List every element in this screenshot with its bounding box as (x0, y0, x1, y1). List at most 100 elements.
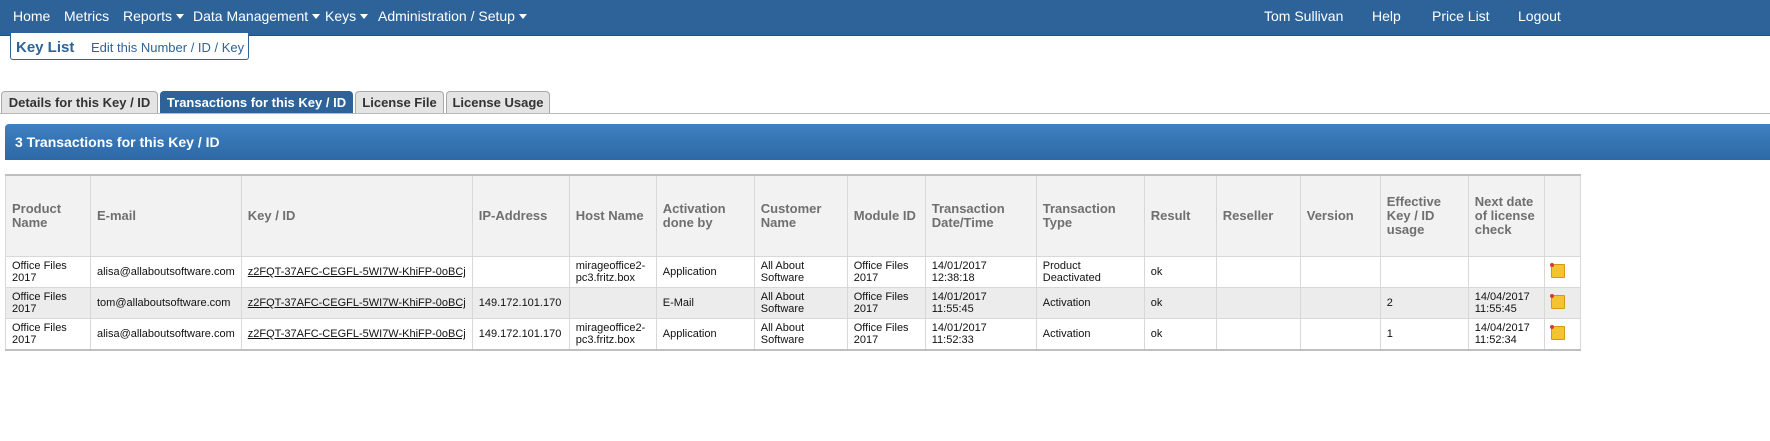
cell-module: Office Files 2017 (846, 256, 926, 288)
nav-user-name[interactable]: Tom Sullivan (1264, 0, 1343, 35)
cell-version (1299, 287, 1381, 319)
column-header[interactable]: Transaction Type (1035, 174, 1145, 257)
column-header[interactable]: Module ID (846, 174, 926, 257)
column-header[interactable]: Activation done by (655, 174, 755, 257)
tab-license-file[interactable]: License File (355, 91, 444, 113)
cell-note (1543, 318, 1581, 351)
cell-result: ok (1143, 318, 1217, 351)
cell-next-check: 14/04/2017 11:55:45 (1467, 287, 1545, 319)
cell-reseller (1215, 318, 1301, 351)
cell-note (1543, 287, 1581, 319)
cell-activation-by: Application (655, 318, 755, 351)
cell-reseller (1215, 256, 1301, 288)
key-link[interactable]: z2FQT-37AFC-CEGFL-5WI7W-KhiFP-0oBCj (248, 328, 466, 340)
note-icon[interactable] (1549, 324, 1565, 340)
cell-datetime: 14/01/2017 11:55:45 (924, 287, 1037, 319)
key-list-box: Key List Edit this Number / ID / Key (10, 33, 249, 60)
tab-transactions[interactable]: Transactions for this Key / ID (160, 91, 353, 113)
cell-ip: 149.172.101.170 (471, 318, 570, 351)
nav-metrics[interactable]: Metrics (64, 0, 109, 35)
panel-title: 3 Transactions for this Key / ID (15, 134, 220, 150)
nav-reports-label: Reports (123, 8, 173, 24)
column-header[interactable]: Version (1299, 174, 1381, 257)
column-header[interactable]: Customer Name (753, 174, 848, 257)
note-icon[interactable] (1549, 293, 1565, 309)
cell-host: mirageoffice2-pc3.fritz.box (568, 318, 657, 351)
cell-datetime: 14/01/2017 12:38:18 (924, 256, 1037, 288)
key-link[interactable]: z2FQT-37AFC-CEGFL-5WI7W-KhiFP-0oBCj (248, 297, 466, 309)
table-row: Office Files 2017 alisa@allaboutsoftware… (5, 256, 1581, 288)
column-header-icon (1543, 174, 1581, 257)
tab-license-usage[interactable]: License Usage (446, 91, 550, 113)
key-link[interactable]: z2FQT-37AFC-CEGFL-5WI7W-KhiFP-0oBCj (248, 266, 466, 278)
cell-key: z2FQT-37AFC-CEGFL-5WI7W-KhiFP-0oBCj (240, 318, 473, 351)
cell-customer: All About Software (753, 287, 848, 319)
cell-email: alisa@allaboutsoftware.com (90, 256, 242, 288)
tab-details[interactable]: Details for this Key / ID (1, 91, 158, 113)
note-icon[interactable] (1549, 262, 1565, 278)
cell-version (1299, 256, 1381, 288)
cell-key: z2FQT-37AFC-CEGFL-5WI7W-KhiFP-0oBCj (240, 287, 473, 319)
column-header[interactable]: IP-Address (471, 174, 570, 257)
cell-email: tom@allaboutsoftware.com (90, 287, 242, 319)
column-header[interactable]: Reseller (1215, 174, 1301, 257)
cell-result: ok (1143, 287, 1217, 319)
chevron-down-icon (176, 14, 185, 19)
nav-administration-setup-label: Administration / Setup (378, 8, 515, 24)
nav-keys-menu[interactable]: Keys (325, 0, 369, 35)
cell-next-check (1467, 256, 1545, 288)
column-header[interactable]: Key / ID (240, 174, 473, 257)
column-header[interactable]: Effective Key / ID usage (1379, 174, 1469, 257)
cell-activation-by: E-Mail (655, 287, 755, 319)
top-navigation-bar: Home Metrics Reports Data Management Key… (0, 0, 1770, 36)
cell-activation-by: Application (655, 256, 755, 288)
column-header[interactable]: Result (1143, 174, 1217, 257)
chevron-down-icon (312, 14, 321, 19)
cell-key: z2FQT-37AFC-CEGFL-5WI7W-KhiFP-0oBCj (240, 256, 473, 288)
cell-product: Office Files 2017 (5, 287, 91, 319)
cell-reseller (1215, 287, 1301, 319)
cell-host (568, 287, 657, 319)
cell-customer: All About Software (753, 318, 848, 351)
column-header[interactable]: Host Name (568, 174, 657, 257)
chevron-down-icon (518, 14, 527, 19)
table-header-row: Product Name E-mail Key / ID IP-Address … (5, 174, 1581, 257)
nav-reports-menu[interactable]: Reports (123, 0, 185, 35)
cell-product: Office Files 2017 (5, 256, 91, 288)
cell-type: Activation (1035, 287, 1145, 319)
column-header[interactable]: E-mail (90, 174, 242, 257)
cell-result: ok (1143, 256, 1217, 288)
panel-header: 3 Transactions for this Key / ID (5, 124, 1770, 160)
cell-note (1543, 256, 1581, 288)
tab-divider (0, 113, 1770, 114)
nav-help[interactable]: Help (1372, 0, 1401, 35)
nav-home[interactable]: Home (13, 0, 50, 35)
cell-module: Office Files 2017 (846, 318, 926, 351)
cell-host: mirageoffice2-pc3.fritz.box (568, 256, 657, 288)
cell-ip (471, 256, 570, 288)
column-header[interactable]: Next date of license check (1467, 174, 1545, 257)
cell-ip: 149.172.101.170 (471, 287, 570, 319)
cell-next-check: 14/04/2017 11:52:34 (1467, 318, 1545, 351)
cell-customer: All About Software (753, 256, 848, 288)
key-list-title[interactable]: Key List (16, 39, 74, 56)
cell-version (1299, 318, 1381, 351)
nav-price-list[interactable]: Price List (1432, 0, 1490, 35)
nav-data-management-label: Data Management (193, 8, 309, 24)
cell-product: Office Files 2017 (5, 318, 91, 351)
transactions-table: Product Name E-mail Key / ID IP-Address … (5, 174, 1581, 351)
edit-key-link[interactable]: Edit this Number / ID / Key (91, 40, 244, 55)
table-row: Office Files 2017 alisa@allaboutsoftware… (5, 318, 1581, 351)
cell-datetime: 14/01/2017 11:52:33 (924, 318, 1037, 351)
cell-type: Product Deactivated (1035, 256, 1145, 288)
nav-logout[interactable]: Logout (1518, 0, 1561, 35)
cell-usage: 2 (1379, 287, 1469, 319)
cell-usage (1379, 256, 1469, 288)
nav-data-management-menu[interactable]: Data Management (193, 0, 321, 35)
column-header[interactable]: Transaction Date/Time (924, 174, 1037, 257)
column-header[interactable]: Product Name (5, 174, 91, 257)
nav-keys-label: Keys (325, 8, 357, 24)
table-row: Office Files 2017 tom@allaboutsoftware.c… (5, 287, 1581, 319)
cell-usage: 1 (1379, 318, 1469, 351)
nav-administration-setup-menu[interactable]: Administration / Setup (378, 0, 527, 35)
